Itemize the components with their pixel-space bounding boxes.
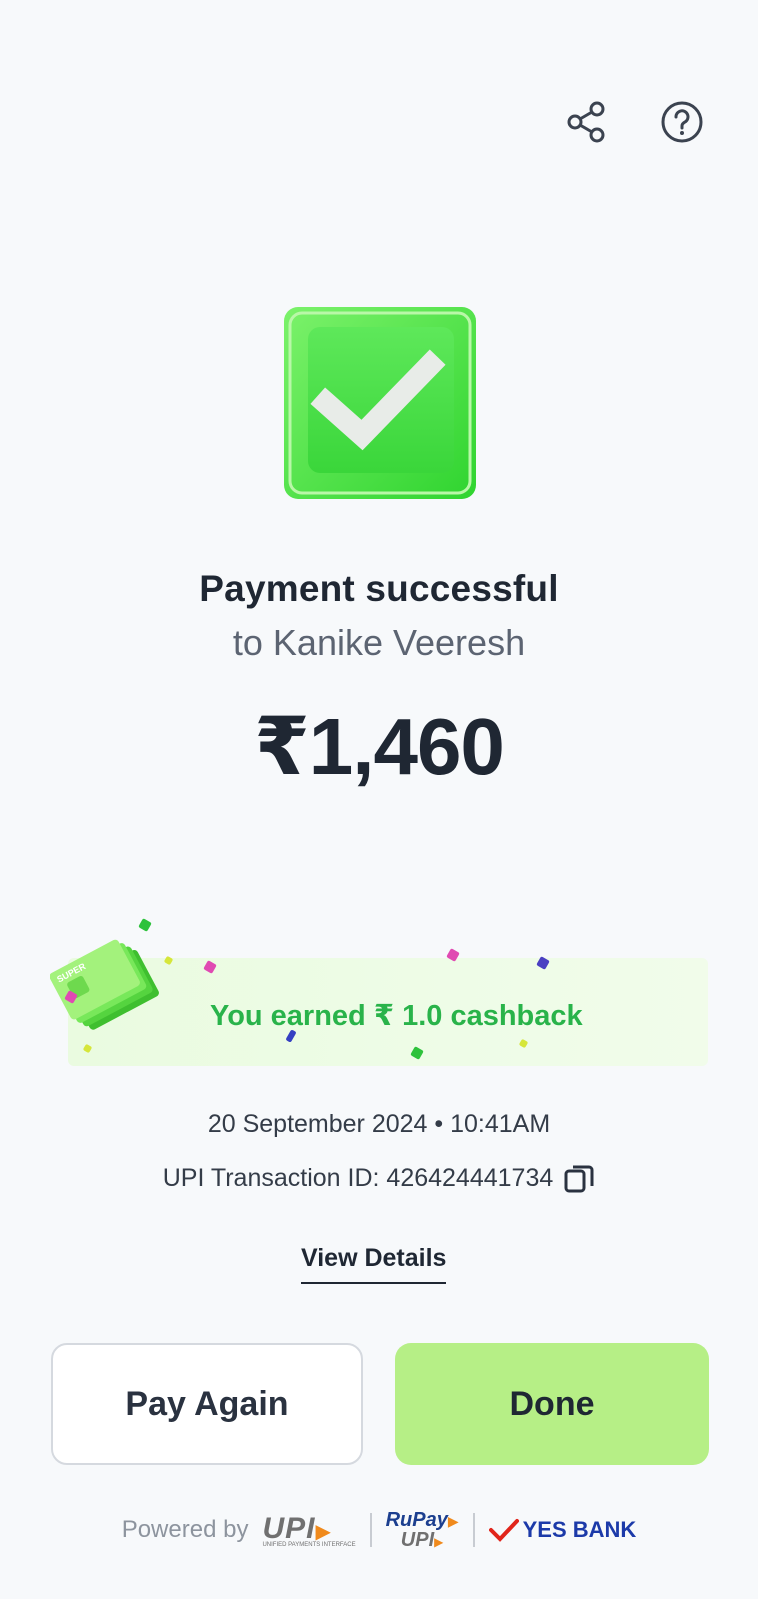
copy-button[interactable] <box>563 1162 595 1194</box>
upi-logo-subtext: UNIFIED PAYMENTS INTERFACE <box>262 1542 356 1548</box>
upi-transaction-id: UPI Transaction ID: 426424441734 <box>162 1163 554 1192</box>
yes-bank-logo: YES BANK <box>488 1517 637 1543</box>
upi-logo-text: UPI <box>262 1512 316 1545</box>
upi-logo: UPI▶ UNIFIED PAYMENTS INTERFACE <box>262 1512 356 1548</box>
powered-by-footer: Powered by UPI▶ UNIFIED PAYMENTS INTERFA… <box>0 1500 758 1560</box>
divider <box>472 1513 475 1547</box>
pay-again-button[interactable]: Pay Again <box>51 1343 363 1465</box>
help-button[interactable] <box>658 98 706 146</box>
share-icon <box>567 101 605 143</box>
divider <box>369 1513 372 1547</box>
payment-amount: ₹1,460 <box>254 702 505 791</box>
check-icon <box>284 307 476 499</box>
view-details-link[interactable]: View Details <box>301 1244 447 1284</box>
payee-name: to Kanike Veeresh <box>232 622 526 663</box>
done-button[interactable]: Done <box>395 1343 709 1465</box>
help-circle-icon <box>661 101 703 143</box>
copy-icon <box>564 1165 594 1193</box>
rupay-logo-text: RuPay <box>385 1509 448 1531</box>
cashback-message: You earned ₹ 1.0 cashback <box>210 1000 583 1032</box>
cash-stack-icon: SUPER <box>49 925 180 1045</box>
upi-transaction-row: UPI Transaction ID: 426424441734 <box>0 1162 758 1194</box>
success-badge <box>282 305 478 501</box>
rupay-upi-text: UPI <box>400 1529 435 1551</box>
share-button[interactable] <box>563 98 611 146</box>
yes-bank-name: YES BANK <box>522 1517 637 1542</box>
powered-by-label: Powered by <box>121 1516 249 1543</box>
transaction-datetime: 20 September 2024 • 10:41AM <box>207 1110 551 1138</box>
yes-bank-check-icon <box>488 1519 519 1542</box>
rupay-upi-logo: RuPay▶ UPI▶ <box>385 1509 459 1551</box>
payment-status-title: Payment successful <box>199 568 559 609</box>
